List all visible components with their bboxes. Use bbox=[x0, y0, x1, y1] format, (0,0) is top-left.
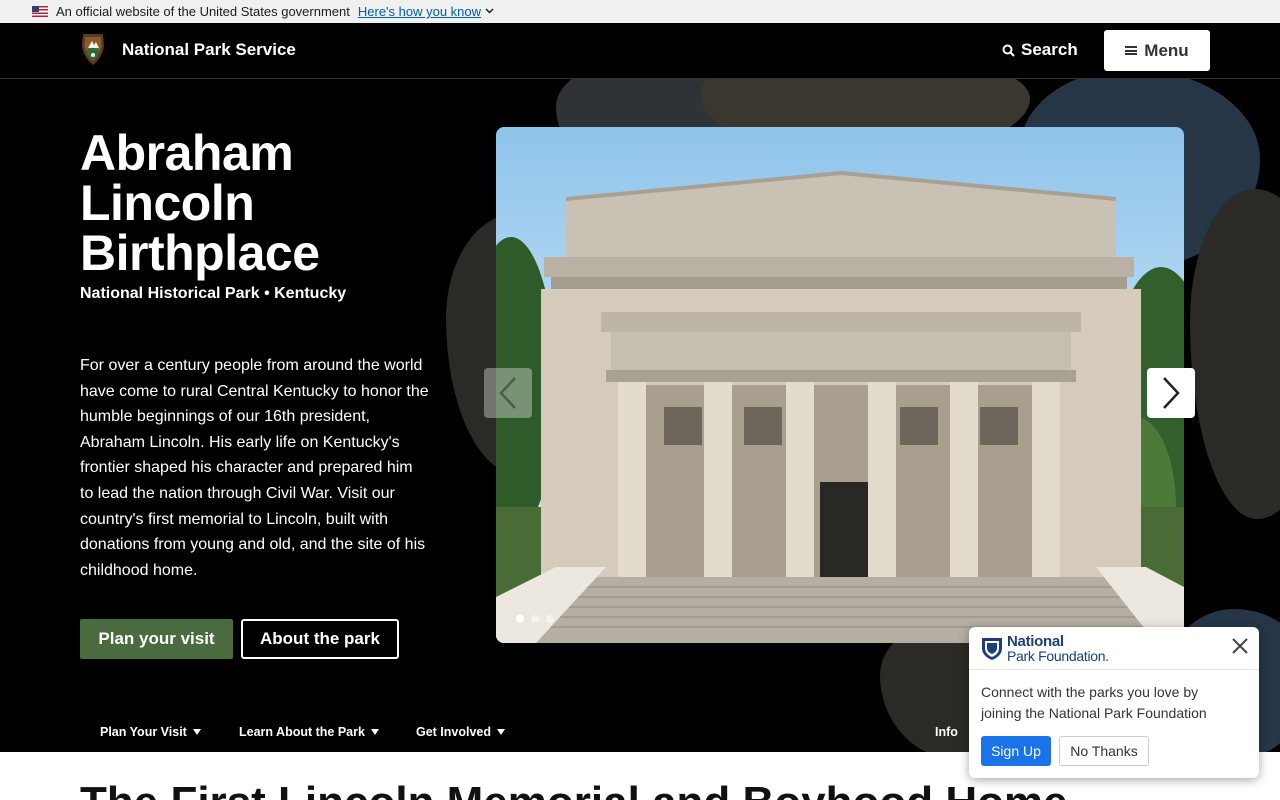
subnav-label: Learn About the Park bbox=[239, 725, 365, 739]
search-button[interactable]: Search bbox=[1002, 40, 1078, 60]
sign-up-button[interactable]: Sign Up bbox=[981, 736, 1051, 766]
carousel-image-memorial bbox=[496, 127, 1184, 643]
carousel-next-button[interactable] bbox=[1147, 368, 1195, 418]
subnav-get-involved[interactable]: Get Involved bbox=[416, 725, 506, 739]
gov-banner-text: An official website of the United States… bbox=[56, 4, 350, 19]
carousel-dots bbox=[516, 615, 554, 623]
gov-banner-link[interactable]: Here's how you know bbox=[358, 4, 481, 19]
carousel-dot[interactable] bbox=[516, 615, 524, 623]
carousel-dot[interactable] bbox=[531, 615, 539, 623]
npf-shield-icon bbox=[982, 638, 1002, 660]
caret-down-icon bbox=[192, 729, 201, 735]
us-flag-icon bbox=[32, 6, 48, 17]
npf-logo: National Park Foundation. bbox=[981, 633, 1109, 664]
popup-message: Connect with the parks you love by joini… bbox=[981, 684, 1207, 721]
gov-banner: An official website of the United States… bbox=[0, 0, 1280, 23]
park-description: For over a century people from around th… bbox=[80, 357, 429, 579]
plan-your-visit-button[interactable]: Plan your visit bbox=[80, 619, 233, 659]
search-icon bbox=[1002, 44, 1015, 57]
section-heading: The First Lincoln Memorial and Boyhood H… bbox=[80, 778, 1068, 800]
subnav-info[interactable]: Info bbox=[935, 725, 958, 739]
caret-down-icon bbox=[370, 729, 379, 735]
chevron-right-icon bbox=[1163, 377, 1180, 409]
npf-logo-line1: National bbox=[1007, 633, 1064, 650]
site-header: National Park Service Search Menu bbox=[0, 23, 1280, 79]
no-thanks-button[interactable]: No Thanks bbox=[1059, 736, 1149, 766]
carousel-dot[interactable] bbox=[546, 615, 554, 623]
chevron-left-icon bbox=[499, 377, 516, 409]
npf-logo-line2: Park Foundation. bbox=[1007, 648, 1109, 664]
menu-label: Menu bbox=[1144, 40, 1189, 60]
subnav-label: Plan Your Visit bbox=[100, 725, 187, 739]
hamburger-icon bbox=[1125, 46, 1138, 55]
caret-down-icon bbox=[497, 729, 506, 735]
decorative-blob bbox=[1190, 189, 1280, 519]
subnav-label: Get Involved bbox=[416, 725, 492, 739]
page-title: Abraham Lincoln Birthplace bbox=[80, 125, 320, 281]
subnav-label: Info bbox=[935, 725, 958, 739]
page-subtitle: National Historical Park • Kentucky bbox=[80, 285, 347, 302]
carousel-prev-button[interactable] bbox=[484, 368, 532, 418]
nps-arrowhead-logo-icon[interactable] bbox=[80, 32, 106, 66]
chevron-down-icon[interactable] bbox=[485, 6, 494, 17]
about-the-park-button[interactable]: About the park bbox=[241, 619, 399, 659]
search-label: Search bbox=[1021, 40, 1078, 59]
menu-button[interactable]: Menu bbox=[1104, 30, 1210, 71]
brand-name[interactable]: National Park Service bbox=[122, 40, 296, 60]
popup-divider bbox=[969, 669, 1259, 670]
subnav-learn-about-the-park[interactable]: Learn About the Park bbox=[239, 725, 379, 739]
close-icon[interactable] bbox=[1231, 637, 1249, 655]
subnav-plan-your-visit[interactable]: Plan Your Visit bbox=[100, 725, 201, 739]
npf-signup-popup: National Park Foundation. Connect with t… bbox=[969, 627, 1259, 778]
